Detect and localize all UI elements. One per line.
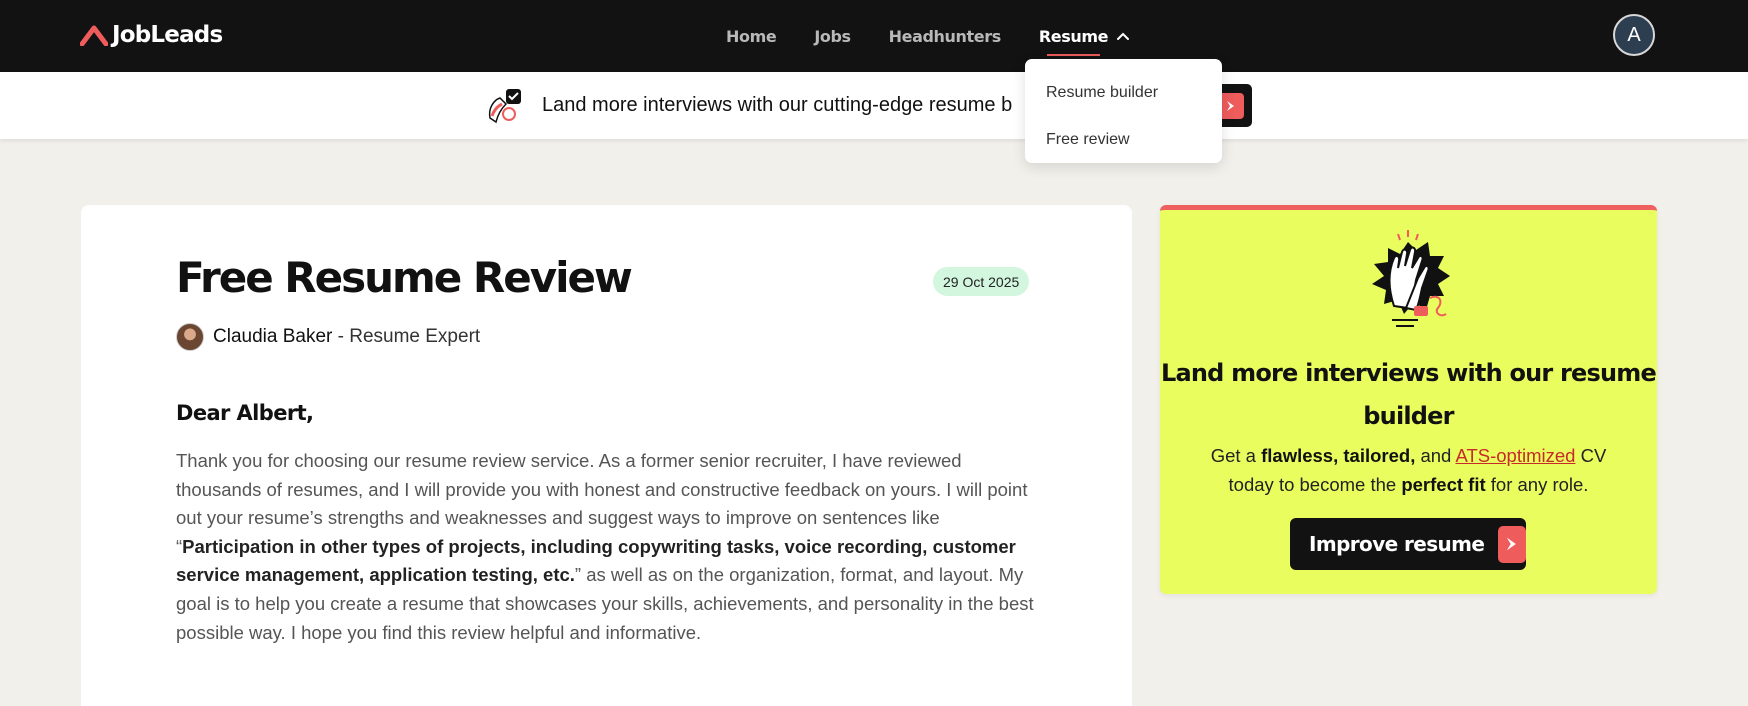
resume-builder-promo-card: Land more interviews with our resume bui… xyxy=(1160,205,1657,594)
improve-resume-button-label: Improve resume xyxy=(1309,532,1485,556)
top-navbar: JobLeads Home Jobs Headhunters Resume A xyxy=(0,0,1748,72)
menu-item-resume-builder[interactable]: Resume builder xyxy=(1025,69,1222,116)
promo-title: Land more interviews with our resume bui… xyxy=(1161,359,1657,430)
promo-desc-bold-1: flawless, tailored, xyxy=(1261,445,1416,466)
letter-greeting: Dear Albert, xyxy=(176,401,314,425)
menu-item-free-review[interactable]: Free review xyxy=(1025,116,1222,163)
banner-text: Land more interviews with our cutting-ed… xyxy=(542,94,1013,116)
promo-desc-text-1: Get a xyxy=(1210,445,1262,466)
improve-resume-button[interactable]: Improve resume xyxy=(1290,518,1526,570)
logo-mark-icon xyxy=(80,25,108,46)
chevron-up-icon xyxy=(1117,32,1130,40)
author-avatar xyxy=(176,323,204,351)
promo-desc-text-2: and xyxy=(1415,445,1456,466)
arrow-right-icon xyxy=(1498,525,1526,563)
page-title: Free Resume Review xyxy=(176,253,633,302)
promo-banner: Land more interviews with our cutting-ed… xyxy=(0,72,1748,139)
author-name: Claudia Baker xyxy=(213,326,333,347)
nav-link-headhunters[interactable]: Headhunters xyxy=(889,27,1002,46)
jobleads-logo[interactable]: JobLeads xyxy=(80,20,223,50)
high-five-hands-icon xyxy=(1372,230,1450,327)
ats-optimized-link[interactable]: ATS-optimized xyxy=(1455,445,1575,466)
promo-desc-text-4: for any role. xyxy=(1485,473,1589,495)
letter-body: Thank you for choosing our resume review… xyxy=(176,447,1041,647)
resume-hand-illustration-icon xyxy=(488,89,521,124)
resume-dropdown-menu: Resume builder Free review xyxy=(1025,59,1222,163)
nav-link-home[interactable]: Home xyxy=(726,27,777,46)
nav-link-resume-label: Resume xyxy=(1038,26,1109,56)
author-role: - Resume Expert xyxy=(332,326,481,347)
nav-link-resume[interactable]: Resume xyxy=(1038,26,1130,56)
promo-desc-bold-2: perfect fit xyxy=(1401,473,1486,495)
nav-link-jobs[interactable]: Jobs xyxy=(814,27,851,46)
promo-description: Get a flawless, tailored, and ATS-optimi… xyxy=(1190,442,1627,499)
author-line: Claudia Baker - Resume Expert xyxy=(176,323,480,351)
review-card: Free Resume Review 29 Oct 2025 Claudia B… xyxy=(81,205,1132,706)
date-badge: 29 Oct 2025 xyxy=(933,267,1030,296)
user-avatar[interactable]: A xyxy=(1613,14,1655,56)
logo-text: JobLeads xyxy=(112,22,223,48)
